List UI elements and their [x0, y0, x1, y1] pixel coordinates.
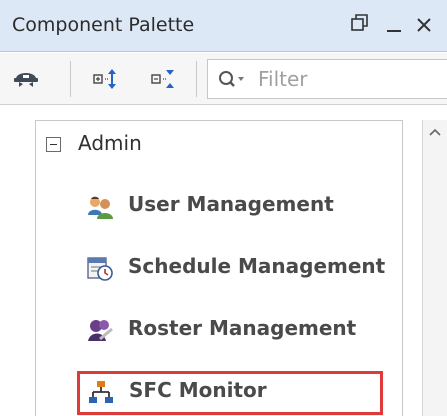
item-label: SFC Monitor — [129, 378, 267, 402]
component-palette-window: Component Palette Filter Admin User Mana… — [0, 0, 447, 416]
toolbar-separator — [196, 61, 197, 97]
roster-icon — [86, 317, 114, 345]
close-icon[interactable] — [414, 12, 434, 36]
window-title: Component Palette — [12, 14, 195, 36]
users-icon — [86, 193, 114, 221]
minimize-icon[interactable] — [384, 12, 404, 36]
collapse-all-icon[interactable] — [150, 65, 178, 93]
expand-all-icon[interactable] — [92, 65, 120, 93]
filter-box — [207, 59, 447, 99]
palette-item-sfc-monitor[interactable]: SFC Monitor — [77, 371, 383, 415]
palette-item-schedule-management[interactable]: Schedule Management — [76, 249, 416, 289]
item-label: User Management — [128, 192, 334, 216]
user-hat-icon[interactable] — [12, 65, 40, 93]
restore-icon[interactable] — [350, 12, 370, 36]
collapse-toggle-icon[interactable] — [46, 137, 61, 152]
scroll-up-icon[interactable] — [427, 124, 443, 138]
item-label: Schedule Management — [128, 254, 386, 278]
tree-group-admin[interactable]: Admin — [36, 129, 396, 163]
palette-item-user-management[interactable]: User Management — [76, 187, 416, 227]
item-label: Roster Management — [128, 316, 357, 340]
sfc-chart-icon — [87, 379, 115, 407]
title-bar: Component Palette — [0, 0, 447, 52]
component-tree: Admin User Management Schedule Managemen… — [35, 120, 403, 416]
vertical-scrollbar[interactable] — [422, 120, 447, 416]
schedule-icon — [86, 255, 114, 283]
search-icon[interactable] — [218, 69, 252, 91]
toolbar — [0, 53, 447, 105]
filter-input[interactable] — [258, 65, 438, 93]
palette-content: Admin User Management Schedule Managemen… — [0, 106, 447, 416]
group-label: Admin — [78, 131, 142, 155]
toolbar-separator — [70, 61, 71, 97]
palette-item-roster-management[interactable]: Roster Management — [76, 311, 416, 351]
